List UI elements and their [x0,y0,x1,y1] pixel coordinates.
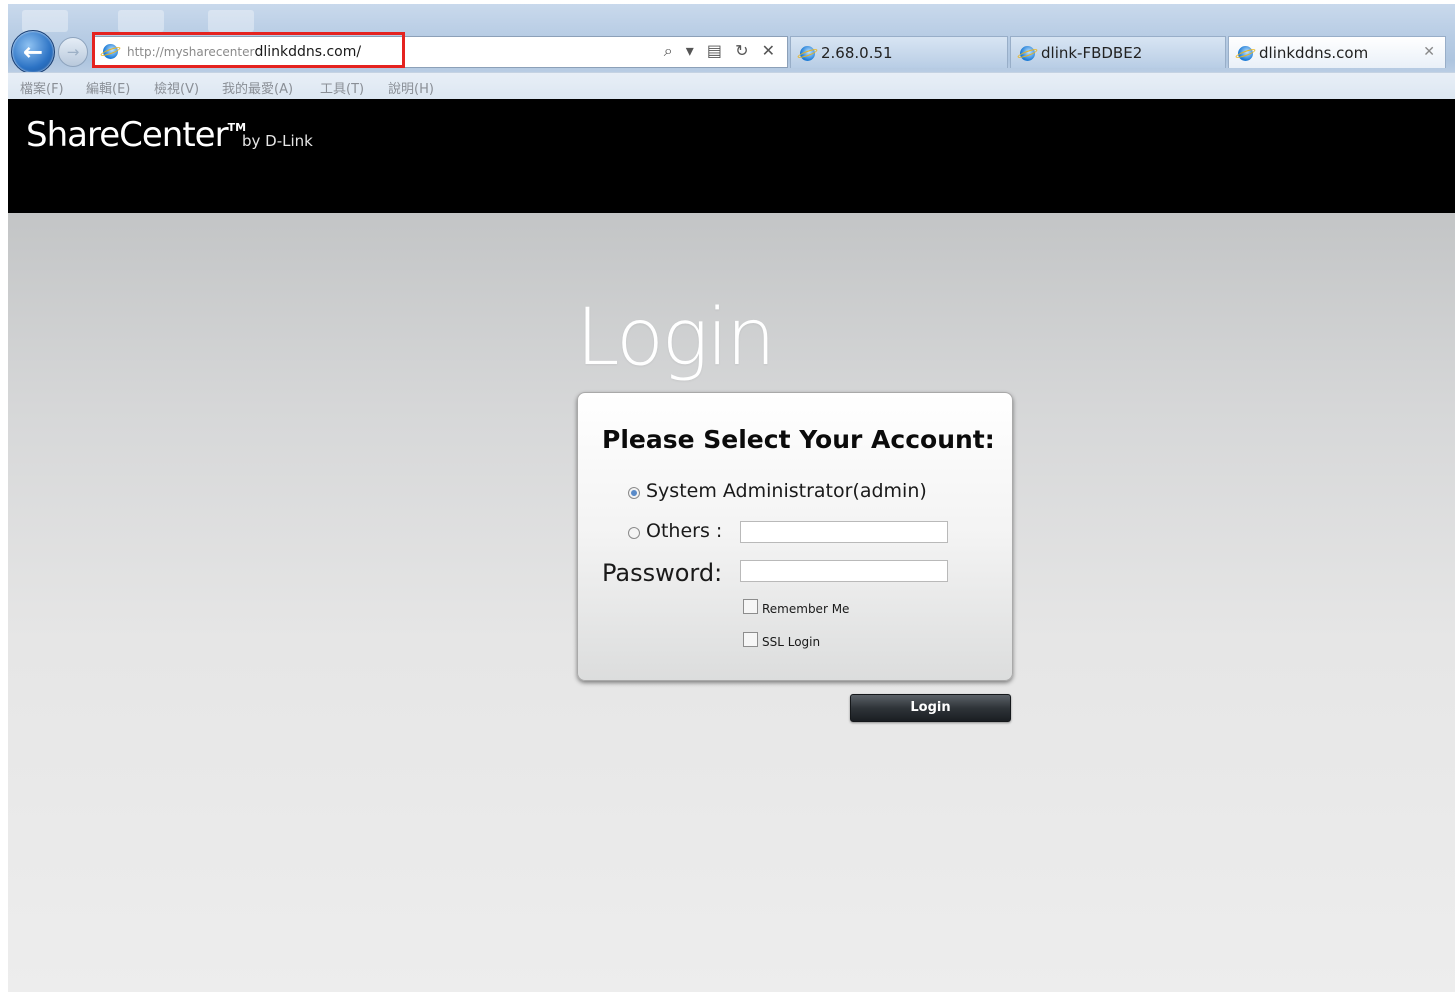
sharecenter-logo: ShareCenterTMby D-Link [26,115,317,155]
title-bar-button [208,10,254,32]
title-bar-button [118,10,164,32]
login-button[interactable]: Login [850,694,1011,722]
arrow-left-icon: ← [22,38,44,66]
radio-others[interactable] [628,527,640,539]
remember-me-checkbox[interactable] [743,599,758,614]
remember-me-label: Remember Me [762,602,850,616]
menu-favorites[interactable]: 我的最愛(A) [222,78,293,97]
close-icon[interactable]: ✕ [1423,44,1435,60]
internet-explorer-icon [1020,46,1035,61]
tab-label: 2.68.0.51 [821,44,893,62]
main-content: Login Please Select Your Account: System… [8,213,1455,992]
menu-tools[interactable]: 工具(T) [320,78,364,97]
tab-1[interactable]: 2.68.0.51 [790,36,1008,68]
ssl-login-label: SSL Login [762,635,821,649]
option-others-label: Others : [646,520,723,542]
internet-explorer-icon [1238,46,1253,61]
menu-file[interactable]: 檔案(F) [20,78,64,97]
address-highlight-box [92,32,405,68]
menu-bar: 檔案(F) 編輯(E) 檢視(V) 我的最愛(A) 工具(T) 說明(H) [8,72,1455,100]
password-input[interactable] [740,560,948,582]
radio-admin[interactable] [628,487,640,499]
brand-name: ShareCenter [26,115,229,155]
password-label: Password: [602,559,723,587]
account-heading: Please Select Your Account: [602,425,995,454]
menu-edit[interactable]: 編輯(E) [86,78,130,97]
internet-explorer-icon [800,46,815,61]
menu-view[interactable]: 檢視(V) [154,78,199,97]
tab-3-active[interactable]: dlinkddns.com ✕ [1228,36,1446,68]
option-admin-label: System Administrator(admin) [646,480,927,502]
title-bar-button [22,10,68,32]
arrow-right-icon: → [66,43,80,61]
tab-2[interactable]: dlink-FBDBE2 [1010,36,1226,68]
others-username-input[interactable] [740,521,948,543]
forward-button[interactable]: → [58,37,88,67]
login-panel: Please Select Your Account: System Admin… [577,392,1013,681]
page-title: Login [576,293,776,383]
ssl-login-checkbox[interactable] [743,632,758,647]
tab-label: dlinkddns.com [1259,44,1369,62]
menu-help[interactable]: 說明(H) [388,78,434,97]
brand-by-dlink: by D-Link [242,132,313,150]
back-button[interactable]: ← [11,30,55,74]
address-bar-tools[interactable]: ⌕ ▾ ▤ ↻ ✕ [664,41,779,61]
tab-label: dlink-FBDBE2 [1041,44,1143,62]
app-header: ShareCenterTMby D-Link [8,99,1455,213]
